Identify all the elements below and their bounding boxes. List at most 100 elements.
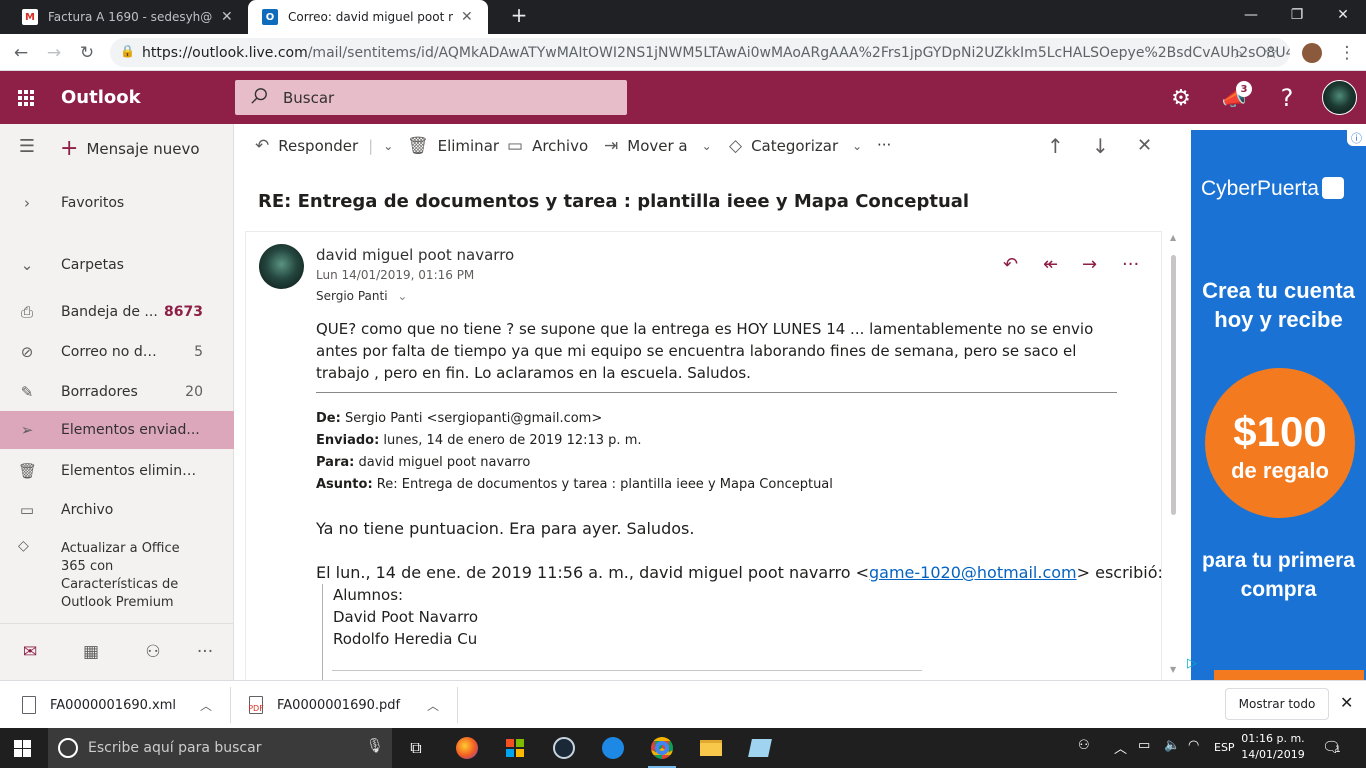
recipient-name: Sergio Panti [316,289,388,303]
profile-avatar[interactable] [1299,40,1325,66]
task-view-icon[interactable]: ⧉ [400,734,432,762]
language-indicator[interactable]: ESP [1214,741,1235,754]
reply-button[interactable]: ↶ Responder | ⌄ [255,136,393,156]
quote-line: Alumnos: [333,586,404,604]
minimize-icon[interactable]: — [1228,0,1274,30]
tab-title: Correo: david miguel poot navarro [288,10,453,24]
recipient[interactable]: Sergio Panti ⌄ [316,289,407,303]
close-icon[interactable]: ✕ [1340,693,1353,712]
zoom-icon[interactable]: ⌕ [1226,40,1252,66]
search-input[interactable]: Buscar [235,80,627,115]
app-launcher-icon[interactable] [18,90,34,106]
system-clock[interactable]: 01:16 p. m. 14/01/2019 [1238,731,1308,763]
next-message-icon[interactable]: ↓ [1092,134,1109,158]
menu-kebab-icon[interactable]: ⋮ [1334,40,1360,66]
more-actions-button[interactable]: ··· [877,136,891,154]
chevron-up-icon[interactable]: ︿ [1114,738,1127,757]
adchoices-icon[interactable]: ▷ [1187,656,1197,671]
mail-icon[interactable]: ✉ [18,642,42,662]
chrome-icon[interactable] [646,734,678,768]
more-apps-icon[interactable]: ··· [193,642,217,662]
folder-inbox[interactable]: ⎙ Bandeja de ... 8673 [0,293,234,331]
forward-icon[interactable]: → [41,40,67,66]
microphone-icon[interactable]: 🎙 [366,738,384,754]
download-item[interactable]: PDF FA0000001690.pdf ︿ [248,681,449,729]
app-title[interactable]: Outlook [61,87,141,108]
ad-cta-strip[interactable] [1214,670,1364,680]
folders-header[interactable]: ⌄ Carpetas [0,246,234,284]
notification-badge: 3 [1236,81,1252,97]
close-reading-icon[interactable]: ✕ [1137,135,1152,156]
file-explorer-icon[interactable] [695,734,727,762]
chevron-right-icon: › [24,194,30,212]
sender-avatar[interactable] [259,244,304,289]
edge-download-icon[interactable] [597,734,629,762]
volume-icon[interactable]: 🔈 [1164,738,1180,753]
windows-start-icon[interactable] [14,740,31,757]
bookmark-star-icon[interactable]: ☆ [1258,40,1284,66]
reply-icon[interactable]: ↶ [1003,254,1018,275]
previous-message-icon[interactable]: ↑ [1047,134,1064,158]
close-window-icon[interactable]: ✕ [1320,0,1366,30]
tab-outlook[interactable]: O Correo: david miguel poot navarro ✕ [248,0,488,34]
help-icon[interactable]: ? [1272,83,1302,113]
archive-icon: ▭ [19,501,35,519]
delete-button[interactable]: 🗑 Eliminar [407,136,499,156]
folder-sent[interactable]: ➢ Elementos enviad... [0,411,234,449]
close-tab-icon[interactable]: ✕ [221,9,233,25]
reply-all-icon[interactable]: ↞ [1043,254,1058,275]
back-icon[interactable]: ← [8,40,34,66]
folder-archive[interactable]: ▭ Archivo [0,491,234,529]
notepad-icon[interactable] [744,734,776,762]
scroll-thumb[interactable] [1171,255,1176,515]
categorize-button[interactable]: ◇ Categorizar ⌄ [729,136,862,156]
scroll-down-icon[interactable]: ▼ [1170,665,1176,674]
search-placeholder: Buscar [283,88,335,107]
action-center-icon[interactable]: 🗨1 [1322,738,1341,756]
battery-icon[interactable]: ▭ [1138,738,1150,753]
new-message-button[interactable]: + Mensaje nuevo [60,136,200,161]
people-icon[interactable]: ⚇ [141,642,165,662]
folder-deleted[interactable]: 🗑 Elementos elimina... [0,452,234,490]
people-tray-icon[interactable]: ⚇ [1078,738,1090,753]
upgrade-premium-link[interactable]: Actualizar a Office 365 con Característi… [61,540,191,612]
chevron-down-icon: ⌄ [397,289,408,303]
calendar-icon[interactable]: ▦ [79,642,103,662]
fwd-sent: Enviado: lunes, 14 de enero de 2019 12:1… [316,433,642,448]
ad-info-icon[interactable]: ⓘ [1347,130,1366,146]
forward-icon[interactable]: → [1082,254,1097,275]
email-link[interactable]: game-1020@hotmail.com [869,563,1077,582]
chevron-up-icon[interactable]: ︿ [427,697,439,714]
account-avatar[interactable] [1322,80,1357,115]
hamburger-icon: ☰ [18,135,36,157]
sender-name[interactable]: david miguel poot navarro [316,246,514,264]
reload-icon[interactable]: ↻ [74,40,100,66]
move-to-button[interactable]: ⇥ Mover a ⌄ [604,136,712,156]
tab-gmail[interactable]: M Factura A 1690 - sedesyh@gmail.com ✕ [8,0,248,34]
show-all-button[interactable]: Mostrar todo [1225,688,1329,720]
lock-icon[interactable]: 🔒 [120,44,135,58]
favorites-header[interactable]: › Favoritos [0,184,234,222]
archive-button[interactable]: ▭ Archivo [507,136,588,156]
advertisement-banner[interactable]: CyberPuerta Crea tu cuenta hoy y recibe … [1191,130,1366,680]
folder-drafts[interactable]: ✎ Borradores 20 [0,373,234,411]
scroll-up-icon[interactable]: ▲ [1170,233,1176,242]
ad-offer-circle: $100 de regalo [1205,368,1355,518]
url-field[interactable]: https://outlook.live.com/mail/sentitems/… [110,38,1290,67]
restore-icon[interactable]: ❐ [1274,0,1320,30]
chevron-down-icon[interactable]: ⌄ [383,139,393,153]
new-tab-button[interactable]: + [496,0,542,30]
wifi-icon[interactable]: ◠ [1188,738,1199,753]
settings-gear-icon[interactable]: ⚙ [1166,83,1196,113]
firefox-icon[interactable] [451,734,483,762]
store-icon[interactable] [499,734,531,762]
more-icon[interactable]: ··· [1122,254,1139,275]
folder-junk[interactable]: ⊘ Correo no desea... 5 [0,333,234,371]
chevron-up-icon[interactable]: ︿ [200,697,212,714]
download-item[interactable]: FA0000001690.xml ︿ [22,681,222,729]
new-message-label: Mensaje nuevo [86,139,200,158]
close-tab-icon[interactable]: ✕ [461,9,473,25]
reading-scrollbar[interactable]: ▲ ▼ [1168,231,1180,680]
taskbar-search-input[interactable]: Escribe aquí para buscar [48,728,392,768]
steam-icon[interactable] [548,734,580,762]
